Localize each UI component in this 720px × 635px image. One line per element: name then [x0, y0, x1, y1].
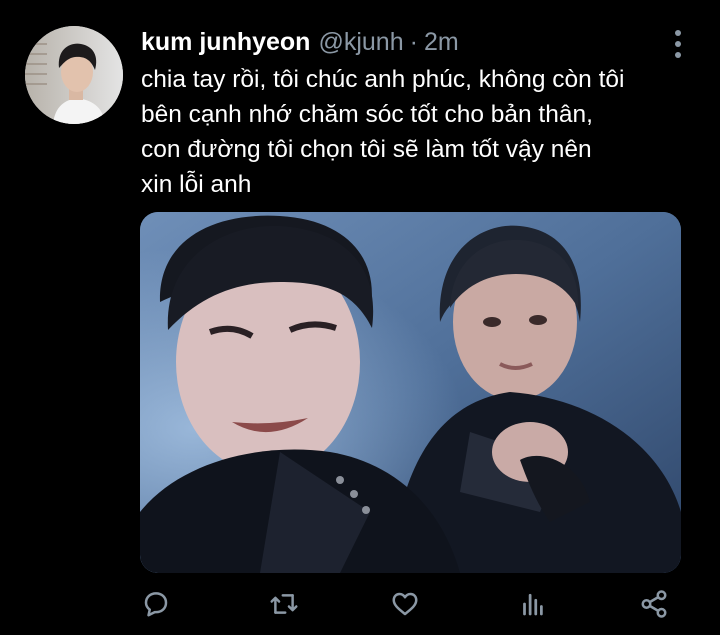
reply-icon[interactable]	[138, 586, 174, 622]
more-vertical-icon[interactable]	[668, 30, 688, 58]
tweet-actions	[0, 586, 720, 626]
author-name[interactable]: kum junhyeon	[141, 28, 310, 57]
tweet-text-line: con đường tôi chọn tôi sẽ làm tốt vậy nê…	[141, 136, 592, 163]
tweet-text-line: xin lỗi anh	[141, 171, 252, 198]
tweet-header: kum junhyeon @kjunh · 2m	[141, 28, 459, 60]
heart-icon[interactable]	[387, 586, 423, 622]
analytics-icon[interactable]	[514, 586, 550, 622]
avatar[interactable]	[25, 26, 123, 124]
tweet-media-image[interactable]	[140, 212, 681, 573]
author-handle[interactable]: @kjunh	[318, 28, 403, 57]
header-separator: ·	[409, 28, 418, 56]
tweet-text-line: bên cạnh nhớ chăm sóc tốt cho bản thân,	[141, 101, 593, 128]
retweet-icon[interactable]	[266, 586, 302, 622]
avatar-photo	[25, 26, 123, 124]
timestamp[interactable]: 2m	[424, 28, 459, 57]
tweet-text: chia tay rồi, tôi chúc anh phúc, không c…	[141, 62, 701, 202]
tweet-text-line: chia tay rồi, tôi chúc anh phúc, không c…	[141, 66, 625, 93]
media-photo	[140, 212, 681, 573]
share-icon[interactable]	[636, 586, 672, 622]
